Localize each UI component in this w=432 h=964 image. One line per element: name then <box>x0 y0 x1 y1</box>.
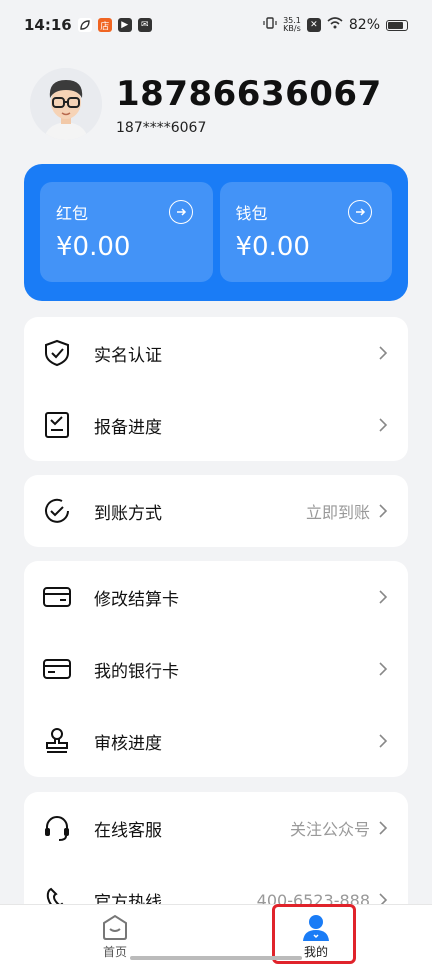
battery-percent: 82% <box>348 17 380 33</box>
menu-label: 我的银行卡 <box>94 661 179 682</box>
battery-icon <box>386 19 408 31</box>
phone-number: 18786636067 <box>116 74 382 114</box>
leaf-icon <box>77 18 92 32</box>
home-icon <box>85 911 145 943</box>
red-packet-amount: ¥0.00 <box>56 232 131 262</box>
wallet-amount: ¥0.00 <box>235 232 310 262</box>
chevron-right-icon <box>379 346 388 360</box>
payout-group: 到账方式 立即到账 <box>24 475 408 547</box>
wallet-box[interactable]: 钱包 ¥0.00 <box>219 182 392 282</box>
checklist-icon <box>42 410 72 440</box>
profile-header: 18786636067 187****6067 <box>30 68 382 140</box>
close-box-icon: ✕ <box>306 18 321 32</box>
menu-label: 审核进度 <box>94 733 162 754</box>
payout-method-value: 立即到账 <box>305 503 370 522</box>
menu-item-change-card[interactable]: 修改结算卡 <box>24 561 408 633</box>
menu-item-online-service[interactable]: 在线客服 关注公众号 <box>24 792 408 864</box>
headset-icon <box>42 813 72 843</box>
app-notification-icon: 店 <box>97 18 112 32</box>
menu-label: 在线客服 <box>94 820 162 841</box>
home-indicator <box>130 956 302 960</box>
chevron-right-icon <box>379 418 388 432</box>
chevron-right-icon <box>379 734 388 748</box>
message-icon: ✉ <box>137 18 152 32</box>
red-packet-box[interactable]: 红包 ¥0.00 <box>40 182 213 282</box>
bottom-tab-bar: 首页 我的 <box>0 904 432 964</box>
clock-check-icon <box>42 496 72 526</box>
menu-label: 修改结算卡 <box>94 589 179 610</box>
menu-item-my-bank-card[interactable]: 我的银行卡 <box>24 633 408 705</box>
net-speed: 35.1 KB/s <box>283 16 301 33</box>
menu-item-filing-progress[interactable]: 报备进度 <box>24 389 408 461</box>
menu-label: 实名认证 <box>94 345 162 366</box>
wifi-icon <box>327 17 343 33</box>
chevron-right-icon <box>379 590 388 604</box>
online-service-value: 关注公众号 <box>289 820 370 839</box>
menu-item-real-name[interactable]: 实名认证 <box>24 317 408 389</box>
menu-item-payout-method[interactable]: 到账方式 立即到账 <box>24 475 408 547</box>
menu-item-review-progress[interactable]: 审核进度 <box>24 705 408 777</box>
menu-label: 到账方式 <box>94 503 162 524</box>
balance-card: 红包 ¥0.00 钱包 ¥0.00 <box>24 164 408 301</box>
chevron-right-icon <box>379 662 388 676</box>
shield-check-icon <box>42 338 72 368</box>
bank-card-icon <box>42 654 72 684</box>
phone-masked: 187****6067 <box>116 120 207 136</box>
highlight-box <box>272 904 356 964</box>
arrow-right-circle-icon[interactable] <box>168 200 193 224</box>
status-time: 14:16 <box>24 16 72 34</box>
arrow-right-circle-icon[interactable] <box>348 200 372 224</box>
vibrate-icon <box>263 16 277 34</box>
avatar[interactable] <box>30 68 102 140</box>
stamp-icon <box>42 726 72 756</box>
tab-home[interactable]: 首页 <box>85 911 145 960</box>
card-icon <box>42 582 72 612</box>
chevron-right-icon <box>379 504 388 518</box>
card-group: 修改结算卡 我的银行卡 审核进度 <box>24 561 408 777</box>
chevron-right-icon <box>379 821 388 835</box>
verification-group: 实名认证 报备进度 <box>24 317 408 461</box>
menu-label: 报备进度 <box>94 417 162 438</box>
play-icon: ▶ <box>117 18 132 32</box>
status-bar: 14:16 店 ▶ ✉ 35.1 KB/s ✕ 82% <box>0 0 432 50</box>
